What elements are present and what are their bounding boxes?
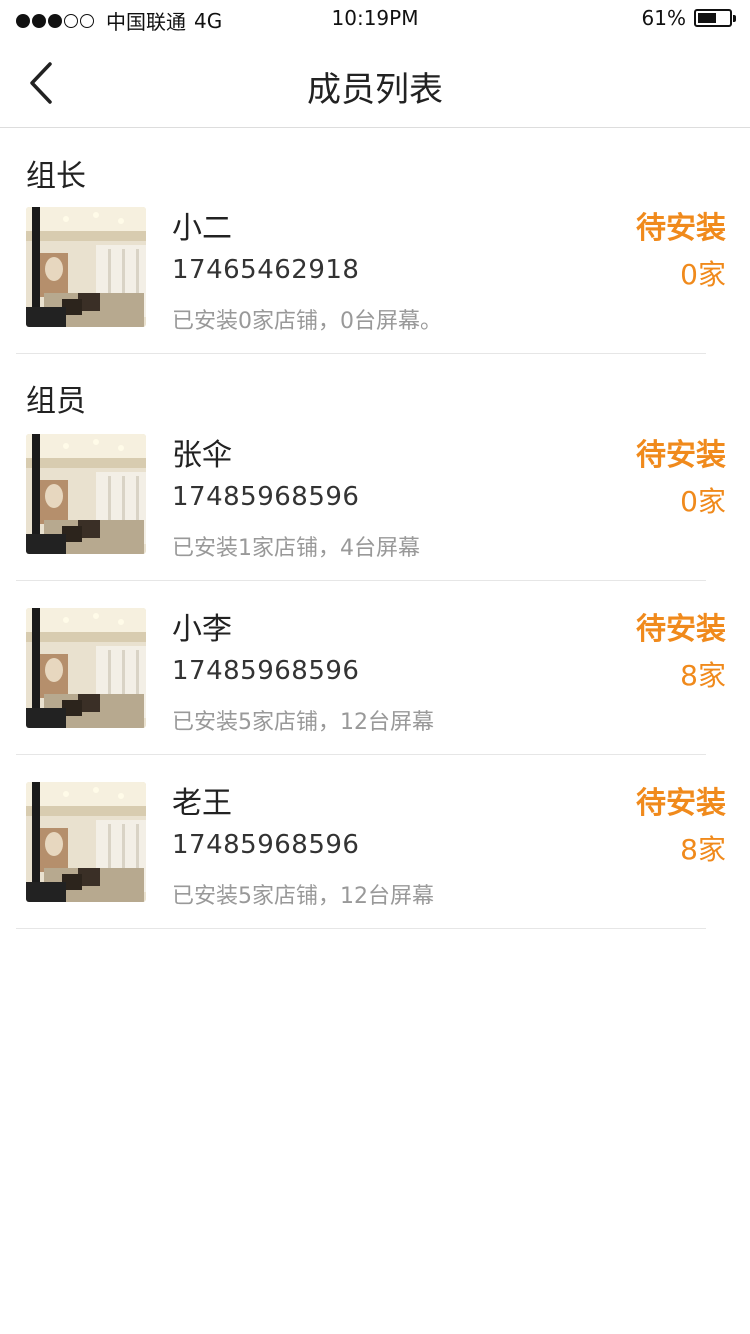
status-badge: 待安装 [636,786,726,821]
list-item[interactable]: 小李 17485968596 已安装5家店铺，12台屏幕 待安装 8家 [16,608,726,755]
status-badge: 待安装 [636,211,726,246]
section-title-leader: 组长 [26,159,86,194]
status-bar: 中国联通 4G 10:19PM 61% [0,0,750,40]
list-item[interactable]: 张伞 17485968596 已安装1家店铺，4台屏幕 待安装 0家 [16,434,726,581]
pending-count: 0家 [680,485,726,518]
member-photo [26,608,146,728]
list-item[interactable]: 小二 17465462918 已安装0家店铺，0台屏幕。 待安装 0家 [16,207,726,354]
nav-bar: 成员列表 [0,40,750,128]
list-item[interactable]: 老王 17485968596 已安装5家店铺，12台屏幕 待安装 8家 [16,782,726,929]
member-phone: 17485968596 [172,482,360,512]
member-list: 组长 小二 17465462918 已安装0家店铺，0台屏幕。 待安装 0家 组… [0,129,750,929]
pending-count: 8家 [680,833,726,866]
member-phone: 17485968596 [172,656,360,686]
member-summary: 已安装1家店铺，4台屏幕 [172,536,420,561]
battery-icon [694,9,736,27]
screen: 中国联通 4G 10:19PM 61% 成员列表 组长 小二 174654629… [0,0,750,1334]
store-image [26,434,146,554]
member-photo [26,207,146,327]
store-image [26,207,146,327]
battery-fill [698,13,717,23]
member-phone: 17465462918 [172,255,360,285]
member-summary: 已安装5家店铺，12台屏幕 [172,884,434,909]
member-photo [26,434,146,554]
pending-count: 0家 [680,258,726,291]
member-photo [26,782,146,902]
member-name: 张伞 [172,438,232,473]
page-title: 成员列表 [307,70,443,110]
pending-count: 8家 [680,659,726,692]
status-badge: 待安装 [636,612,726,647]
member-name: 老王 [172,786,232,821]
section-title-members: 组员 [26,384,86,419]
member-summary: 已安装5家店铺，12台屏幕 [172,710,434,735]
member-name: 小李 [172,612,232,647]
battery-percent: 61% [641,6,686,30]
status-badge: 待安装 [636,438,726,473]
store-image [26,782,146,902]
member-summary: 已安装0家店铺，0台屏幕。 [172,309,442,334]
status-right: 61% [641,6,736,30]
member-phone: 17485968596 [172,830,360,860]
status-time: 10:19PM [331,6,419,30]
store-image [26,608,146,728]
member-name: 小二 [172,211,232,246]
